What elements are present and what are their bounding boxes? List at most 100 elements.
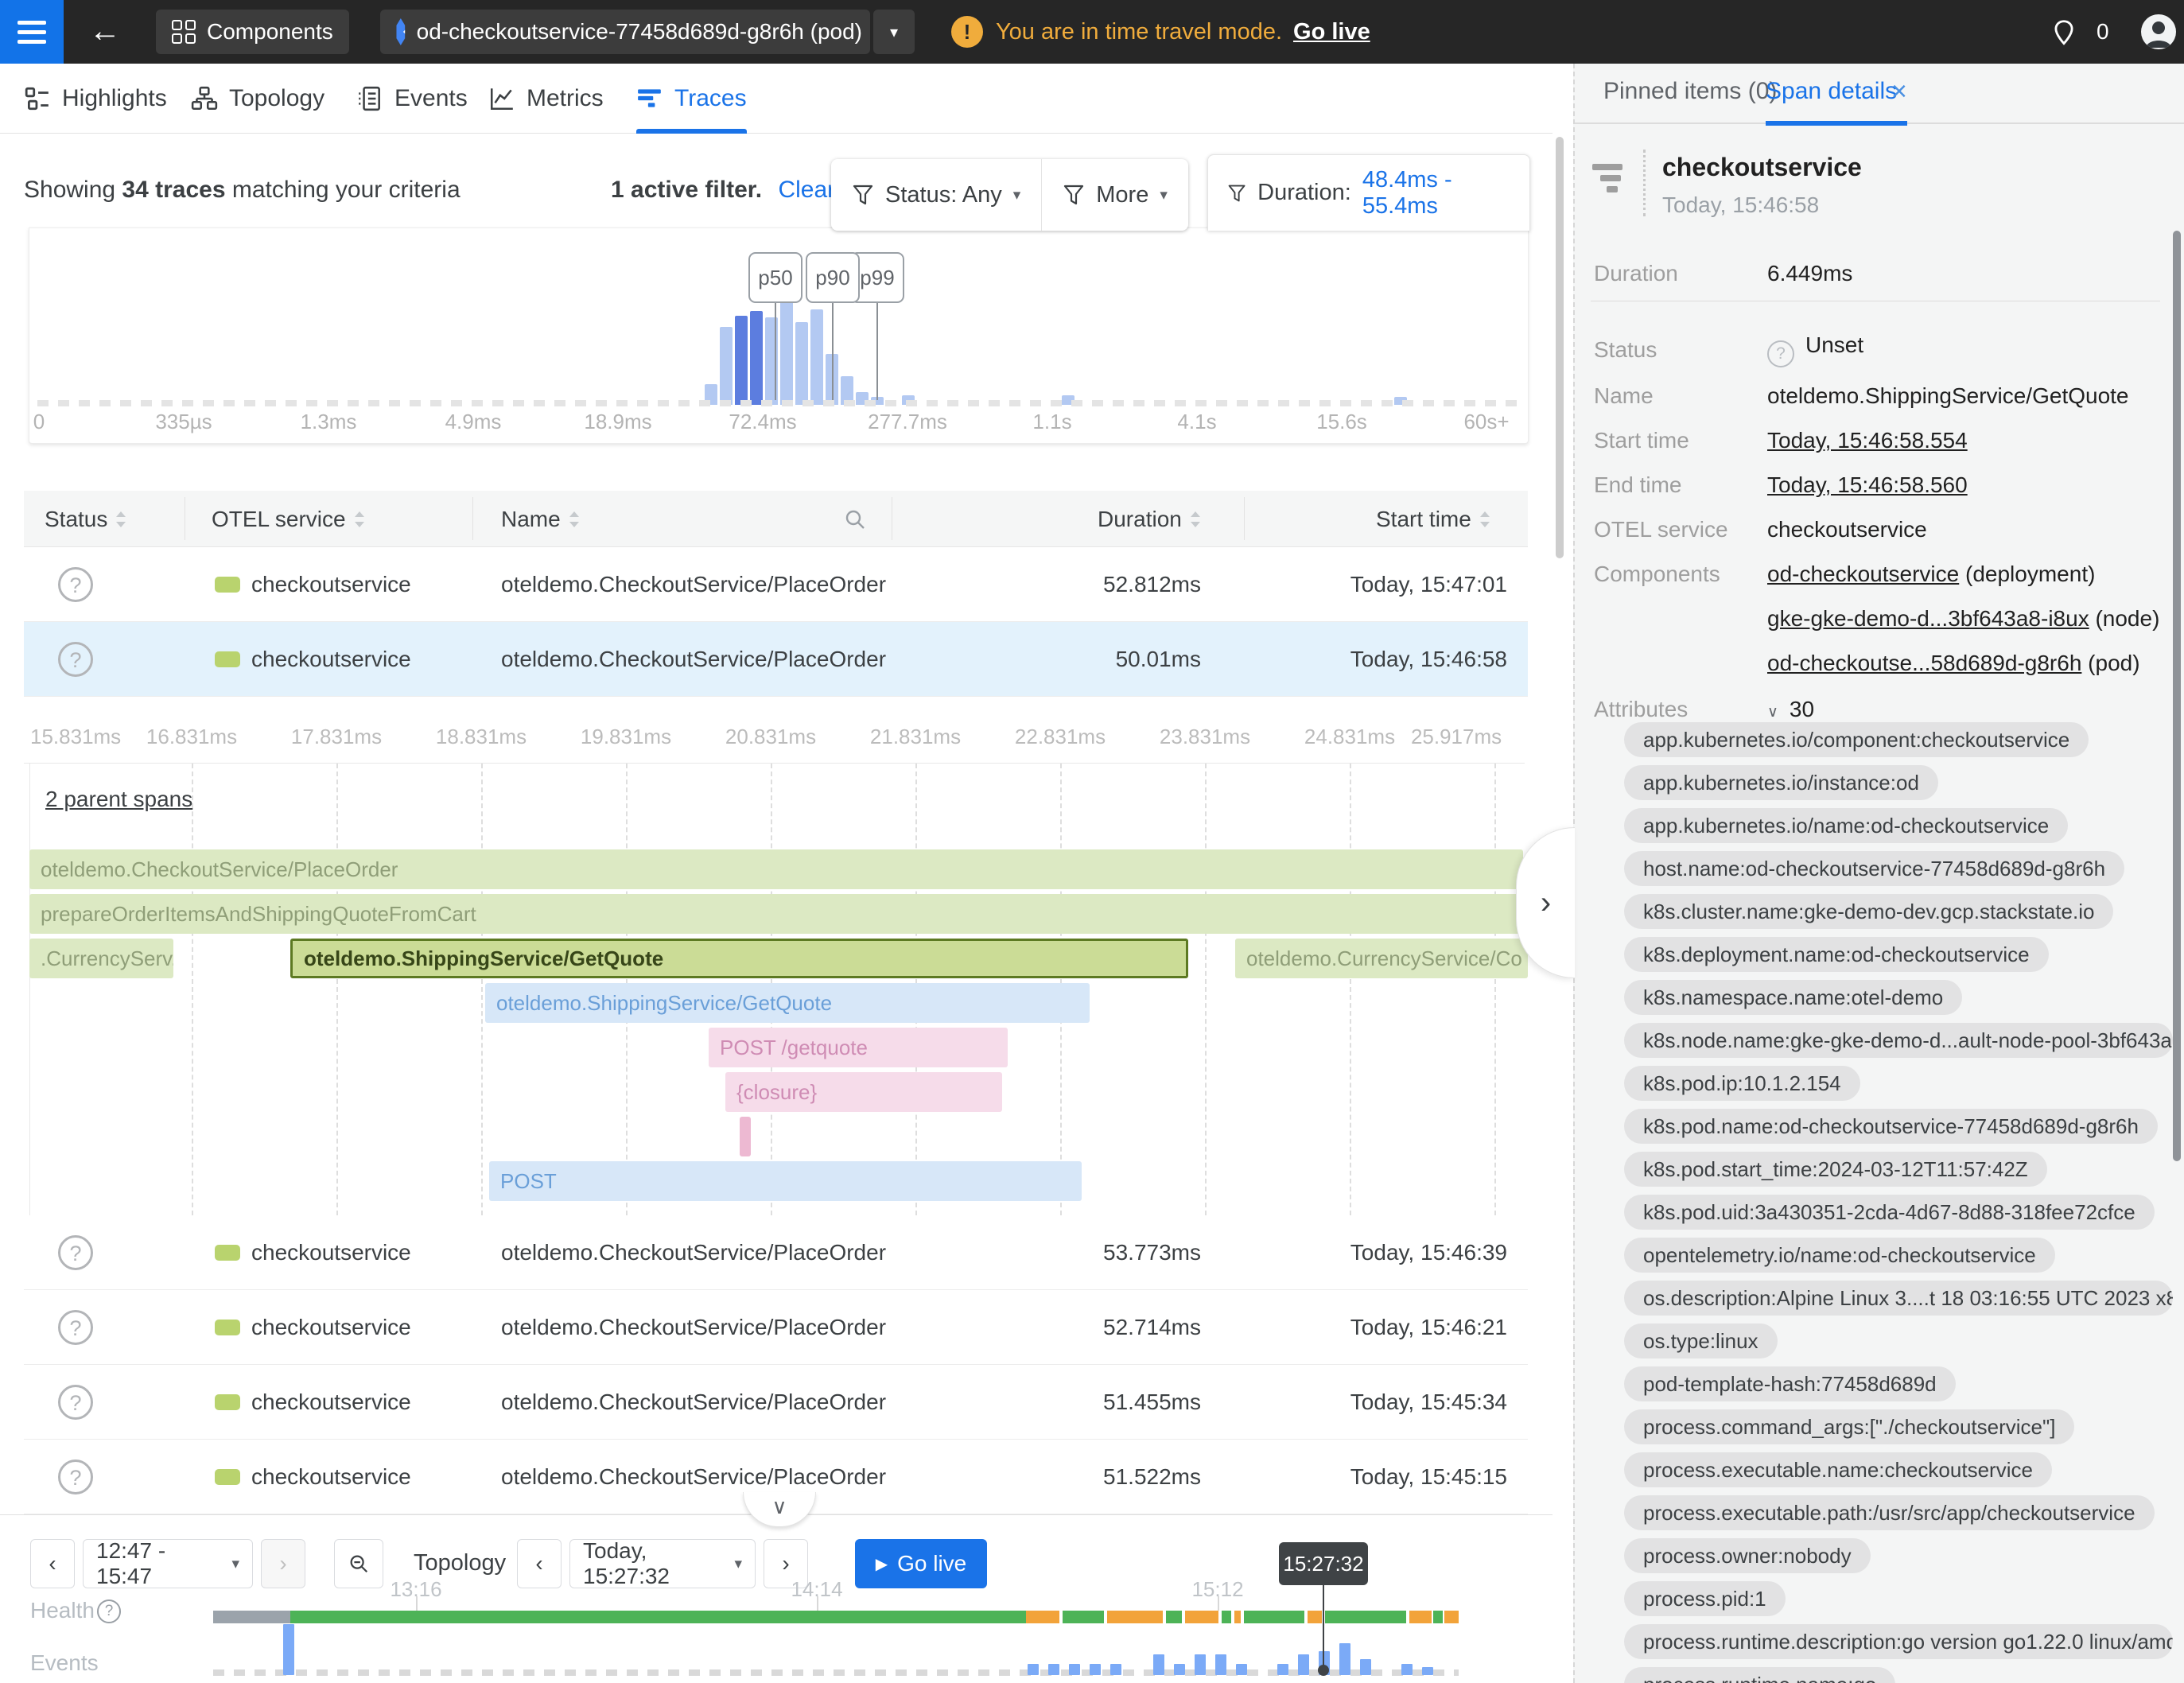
search-icon[interactable] — [843, 507, 867, 531]
column-header-otel-service[interactable]: OTEL service — [212, 491, 365, 547]
table-row[interactable]: ?checkoutserviceoteldemo.CheckoutService… — [24, 1215, 1528, 1290]
avatar[interactable] — [2141, 14, 2176, 49]
go-live-link[interactable]: Go live — [1293, 19, 1370, 45]
duration-filter-value[interactable]: 48.4ms - 55.4ms — [1362, 167, 1510, 220]
clear-filters-link[interactable]: Clear — [778, 177, 835, 203]
column-header-name[interactable]: Name — [501, 491, 867, 547]
parent-spans-link[interactable]: 2 parent spans — [45, 787, 192, 812]
duration-histogram[interactable]: 0335µs1.3ms4.9ms18.9ms72.4ms277.7ms1.1s4… — [29, 227, 1529, 444]
p50-marker[interactable]: p50 — [748, 252, 802, 303]
attribute-chip[interactable]: process.runtime.description:go version g… — [1624, 1624, 2173, 1659]
attributes-label: Attributes — [1594, 697, 1688, 722]
component-link-line[interactable]: od-checkoutse...58d689d-g8r6h (pod) — [1767, 651, 2140, 676]
time-marker-line[interactable] — [1323, 1585, 1324, 1668]
tab-topology[interactable]: Topology — [191, 64, 324, 134]
attribute-chip[interactable]: opentelemetry.io/name:od-checkoutservice — [1624, 1238, 2055, 1273]
attribute-chip[interactable]: k8s.node.name:gke-gke-demo-d...ault-node… — [1624, 1023, 2173, 1058]
tab-metrics[interactable]: Metrics — [488, 64, 604, 134]
service-color-chip — [215, 1320, 240, 1335]
span-bar[interactable]: .CurrencyServ... — [29, 939, 173, 978]
duration-filter[interactable]: Duration: 48.4ms - 55.4ms — [1207, 154, 1530, 231]
entity-selector[interactable]: od-checkoutservice-77458d689d-g8r6h (pod… — [380, 10, 870, 54]
attribute-chip[interactable]: k8s.pod.start_time:2024-03-12T11:57:42Z — [1624, 1152, 2047, 1187]
sort-icon[interactable] — [1479, 511, 1490, 528]
span-bar[interactable]: oteldemo.CurrencyService/Co — [1235, 939, 1528, 978]
attribute-chip[interactable]: pod-template-hash:77458d689d — [1624, 1366, 1956, 1401]
sort-icon[interactable] — [354, 511, 365, 528]
attribute-chip[interactable]: process.owner:nobody — [1624, 1538, 1871, 1573]
table-row[interactable]: ?checkoutserviceoteldemo.CheckoutService… — [24, 1365, 1528, 1440]
tab-pinned-items[interactable]: Pinned items (0) — [1603, 64, 1777, 124]
attribute-chip[interactable]: host.name:od-checkoutservice-77458d689d-… — [1624, 851, 2124, 886]
attribute-chip[interactable]: process.executable.path:/usr/src/app/che… — [1624, 1495, 2155, 1530]
view-tabs: Highlights Topology Events Metrics Trace… — [0, 64, 1553, 134]
axis-tick-label: 60s+ — [1463, 410, 1509, 434]
component-link-line[interactable]: gke-gke-demo-d...3bf643a8-i8ux (node) — [1767, 606, 2159, 632]
span-bar[interactable]: oteldemo.CheckoutService/PlaceOrder — [29, 849, 1523, 889]
sort-icon[interactable] — [1190, 511, 1201, 528]
attribute-chip[interactable]: process.pid:1 — [1624, 1581, 1786, 1616]
table-row[interactable]: ?checkoutserviceoteldemo.CheckoutService… — [24, 1290, 1528, 1365]
start-time-value[interactable]: Today, 15:46:58.554 — [1767, 428, 1968, 453]
column-header-status[interactable]: Status — [45, 491, 126, 547]
range-next-button[interactable]: › — [261, 1539, 305, 1588]
span-bar[interactable]: {closure} — [725, 1072, 1002, 1112]
attribute-chip[interactable]: k8s.cluster.name:gke-demo-dev.gcp.stacks… — [1624, 894, 2113, 929]
status-filter-button[interactable]: Status: Any▾ — [831, 159, 1041, 231]
tab-traces[interactable]: Traces — [636, 64, 747, 134]
span-name-cell: oteldemo.CheckoutService/PlaceOrder — [501, 1464, 886, 1490]
component-link-line[interactable]: od-checkoutservice (deployment) — [1767, 562, 2095, 587]
end-time-value[interactable]: Today, 15:46:58.560 — [1767, 472, 1968, 498]
main-scrollbar[interactable] — [1556, 137, 1564, 558]
otel-service-cell: checkoutservice — [251, 1315, 411, 1340]
datetime-dropdown[interactable]: Today, 15:27:32▾ — [569, 1539, 756, 1588]
attribute-chip[interactable]: app.kubernetes.io/component:checkoutserv… — [1624, 722, 2089, 757]
attribute-chip[interactable]: process.runtime.name:go — [1624, 1667, 1895, 1683]
attribute-chip[interactable]: os.type:linux — [1624, 1323, 1778, 1358]
range-prev-button[interactable]: ‹ — [30, 1539, 75, 1588]
span-bar[interactable]: POST — [489, 1161, 1082, 1201]
span-name-cell: oteldemo.CheckoutService/PlaceOrder — [501, 1315, 886, 1340]
span-bar[interactable]: oteldemo.ShippingService/GetQuote — [485, 983, 1090, 1023]
time-prev-button[interactable]: ‹ — [517, 1539, 562, 1588]
close-icon[interactable]: × — [1891, 64, 1907, 124]
go-live-button[interactable]: ▶ Go live — [855, 1539, 987, 1588]
table-row[interactable]: ?checkoutserviceoteldemo.CheckoutService… — [24, 622, 1528, 697]
time-marker-handle[interactable] — [1318, 1665, 1329, 1676]
attribute-chip[interactable]: k8s.pod.ip:10.1.2.154 — [1624, 1066, 1860, 1101]
time-range-dropdown[interactable]: 12:47 - 15:47▾ — [83, 1539, 253, 1588]
help-icon[interactable]: ? — [97, 1599, 121, 1623]
column-header-start-time[interactable]: Start time — [1376, 491, 1490, 547]
more-filters-button[interactable]: More▾ — [1041, 159, 1188, 231]
sort-icon[interactable] — [569, 511, 580, 528]
span-bar[interactable]: POST /getquote — [709, 1028, 1008, 1067]
attribute-chip[interactable]: k8s.deployment.name:od-checkoutservice — [1624, 937, 2049, 972]
panel-scrollbar[interactable] — [2173, 231, 2181, 1161]
column-header-duration[interactable]: Duration — [1098, 491, 1201, 547]
attribute-chip[interactable]: k8s.pod.uid:3a430351-2cda-4d67-8d88-318f… — [1624, 1195, 2155, 1230]
ruler-tick-label: 19.831ms — [581, 725, 671, 749]
zoom-out-button[interactable] — [334, 1539, 383, 1588]
attribute-chip[interactable]: k8s.namespace.name:otel-demo — [1624, 980, 1962, 1015]
span-bar[interactable]: prepareOrderItemsAndShippingQuoteFromCar… — [29, 894, 1523, 934]
tab-span-details[interactable]: Span details — [1766, 64, 1897, 124]
back-arrow-icon[interactable]: ← — [89, 0, 121, 64]
attribute-chip[interactable]: process.command_args:["./checkoutservice… — [1624, 1409, 2074, 1444]
attribute-chip[interactable]: k8s.pod.name:od-checkoutservice-77458d68… — [1624, 1109, 2158, 1144]
tab-events[interactable]: Events — [356, 64, 468, 134]
attribute-chip[interactable]: app.kubernetes.io/instance:od — [1624, 765, 1938, 800]
span-bar[interactable] — [740, 1117, 751, 1156]
entity-dropdown-caret[interactable]: ▾ — [873, 10, 915, 54]
attribute-chip[interactable]: os.description:Alpine Linux 3....t 18 03… — [1624, 1281, 2173, 1316]
pin-icon[interactable] — [2049, 17, 2079, 48]
span-bar[interactable]: oteldemo.ShippingService/GetQuote — [290, 939, 1188, 978]
sort-icon[interactable] — [115, 511, 126, 528]
menu-icon[interactable] — [0, 0, 64, 64]
attribute-chip[interactable]: process.executable.name:checkoutservice — [1624, 1452, 2052, 1487]
breadcrumb[interactable]: Components — [156, 10, 349, 54]
tab-highlights[interactable]: Highlights — [24, 64, 167, 134]
p90-marker[interactable]: p90 — [806, 252, 860, 303]
table-row[interactable]: ?checkoutserviceoteldemo.CheckoutService… — [24, 547, 1528, 622]
attribute-chip[interactable]: app.kubernetes.io/name:od-checkoutservic… — [1624, 808, 2068, 843]
attributes-toggle[interactable]: ∨30 — [1767, 697, 1814, 722]
